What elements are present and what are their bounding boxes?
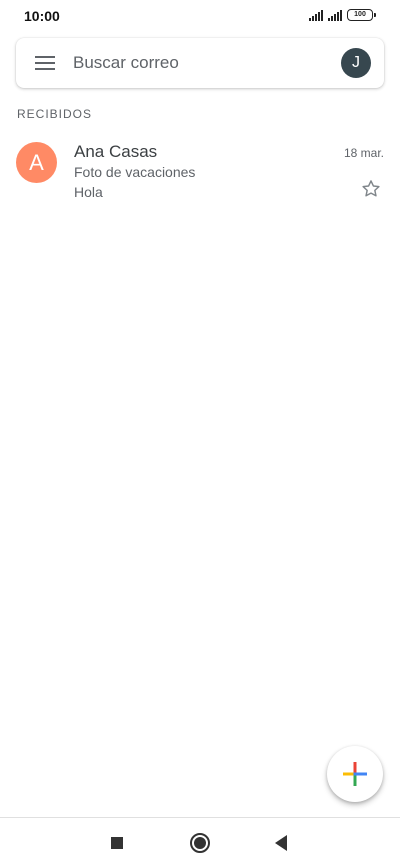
status-icons: 100: [309, 9, 376, 21]
account-avatar[interactable]: J: [341, 48, 371, 78]
home-icon[interactable]: [190, 833, 210, 853]
battery-level: 100: [347, 9, 373, 21]
email-sender: Ana Casas: [74, 142, 158, 161]
compose-button[interactable]: [327, 746, 383, 802]
sender-avatar[interactable]: A: [16, 142, 57, 183]
system-nav-bar: [0, 817, 400, 866]
email-list-item[interactable]: A Ana Casas 18 mar. Foto de vacaciones H…: [0, 136, 400, 208]
battery-icon: 100: [347, 9, 376, 21]
signal-icon: [328, 9, 342, 21]
menu-icon[interactable]: [35, 56, 55, 70]
back-icon[interactable]: [275, 835, 287, 851]
search-input[interactable]: Buscar correo: [73, 53, 179, 73]
status-time: 10:00: [24, 8, 60, 24]
compose-plus-icon: [343, 762, 367, 786]
email-subject: Foto de vacaciones: [74, 164, 196, 180]
email-date: 18 mar.: [343, 146, 384, 160]
signal-icon: [309, 9, 323, 21]
status-bar: 10:00 100: [0, 0, 400, 32]
recents-icon[interactable]: [111, 837, 123, 849]
star-icon[interactable]: [360, 178, 382, 200]
search-bar[interactable]: Buscar correo J: [16, 38, 384, 88]
section-label-inbox: RECIBIDOS: [17, 107, 93, 121]
email-snippet: Hola: [74, 184, 103, 200]
